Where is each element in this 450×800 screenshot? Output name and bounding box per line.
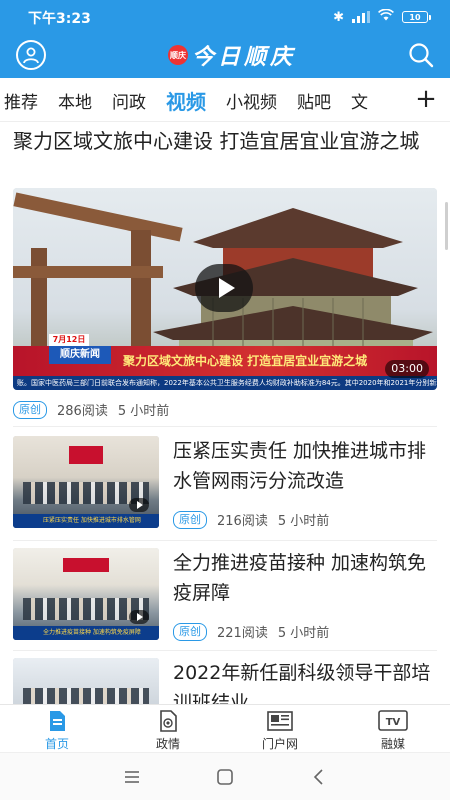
wifi-icon (378, 8, 394, 25)
home-doc-icon (50, 711, 65, 731)
thumb-caption-bar: 压紧压实责任 加快推进城市排水管网 (13, 514, 159, 528)
news-brand-badge: 7月12日 顺庆新闻 (49, 334, 111, 364)
item-meta: 原创 221阅读 5 小时前 (173, 622, 329, 641)
tv-icon: TV (378, 710, 408, 731)
add-tab-icon[interactable]: + (412, 84, 440, 114)
video-news-brand: 顺庆新闻 (49, 346, 111, 364)
video-duration: 03:00 (385, 360, 429, 378)
tab-culture[interactable]: 文 (341, 88, 378, 113)
news-feed[interactable]: 聚力区域文旅中心建设 打造宜居宜业宜游之城 聚力区域文旅中心建设 打造宜居宜业宜… (0, 122, 450, 704)
video-date-tag: 7月12日 (49, 334, 89, 346)
video-caption: 聚力区域文旅中心建设 打造宜居宜业宜游之城 (123, 354, 368, 368)
thumb-people (23, 688, 149, 704)
video-ticker: 账。国家中医药局三部门日前联合发布通知称，2022年基本公共卫生服务经费人均财政… (13, 376, 437, 390)
item-title: 2022年新任副科级领导干部培训班结业 (173, 662, 431, 704)
time-ago: 5 小时前 (117, 404, 170, 419)
item-title: 压紧压实责任 加快推进城市排水管网雨污分流改造 (173, 440, 427, 492)
hero-video-player[interactable]: 聚力区域文旅中心建设 打造宜居宜业宜游之城 7月12日 顺庆新闻 账。国家中医药… (13, 188, 437, 390)
status-bar: 下午3:23 ✱ 10 (0, 0, 450, 34)
nav-media[interactable]: TV 融媒 (358, 707, 428, 751)
time-ago: 5 小时前 (277, 626, 330, 641)
top-bar: 下午3:23 ✱ 10 顺庆 今日顺庆 (0, 0, 450, 78)
play-icon[interactable] (195, 264, 253, 312)
app-header: 顺庆 今日顺庆 (0, 34, 450, 78)
list-item[interactable]: 2022年新任副科级领导干部培训班结业 (13, 658, 437, 704)
item-thumbnail (13, 658, 159, 704)
signal-icon (352, 11, 370, 23)
nav-media-label: 融媒 (380, 737, 405, 751)
divider (13, 650, 437, 651)
bottom-nav: 首页 政情 门户网 TV 融媒 (0, 704, 450, 752)
time-ago: 5 小时前 (277, 514, 330, 529)
thumb-caption: 压紧压实责任 加快推进城市排水管网 (43, 517, 141, 524)
logo-seal: 顺庆 (168, 45, 188, 65)
scrollbar[interactable] (445, 202, 448, 250)
original-badge: 原创 (173, 510, 207, 529)
read-count: 221阅读 (217, 626, 268, 641)
divider (13, 426, 437, 427)
tab-track: 推荐 本地 问政 视频 小视频 贴吧 文 (0, 78, 378, 121)
play-icon (129, 610, 149, 624)
nav-portal[interactable]: 门户网 (245, 707, 315, 751)
user-profile-button[interactable] (16, 40, 46, 70)
item-thumbnail: 全力推进疫苗接种 加速构筑免疫屏障 (13, 548, 159, 640)
nav-home[interactable]: 首页 (22, 707, 92, 751)
tab-local[interactable]: 本地 (48, 88, 102, 113)
thumb-caption-bar: 全力推进疫苗接种 加速构筑免疫屏障 (13, 626, 159, 640)
thumb-banner (63, 558, 109, 572)
list-item[interactable]: 压紧压实责任 加快推进城市排水管网 压紧压实责任 加快推进城市排水管网雨污分流改… (13, 436, 437, 530)
thumb-caption: 全力推进疫苗接种 加速构筑免疫屏障 (43, 629, 141, 636)
list-item[interactable]: 全力推进疫苗接种 加速构筑免疫屏障 全力推进疫苗接种 加速构筑免疫屏障 原创 2… (13, 548, 437, 642)
item-meta: 原创 216阅读 5 小时前 (173, 510, 329, 529)
status-icons: ✱ 10 (333, 8, 431, 25)
user-icon (23, 47, 39, 64)
read-count: 216阅读 (217, 514, 268, 529)
newspaper-icon (267, 711, 293, 731)
nav-gov-label: 政情 (155, 737, 180, 751)
nav-home-label: 首页 (44, 737, 69, 751)
thumb-banner (69, 446, 103, 464)
bluetooth-icon: ✱ (333, 9, 344, 25)
read-count: 286阅读 (57, 404, 108, 419)
hero-title[interactable]: 聚力区域文旅中心建设 打造宜居宜业宜游之城 (13, 126, 433, 156)
category-tabs: 推荐 本地 问政 视频 小视频 贴吧 文 + (0, 78, 450, 122)
play-icon (129, 498, 149, 512)
app-logo: 顺庆 今日顺庆 (168, 40, 296, 70)
original-badge: 原创 (13, 400, 47, 419)
tab-inquiry[interactable]: 问政 (102, 88, 156, 113)
search-button[interactable] (406, 40, 436, 70)
battery-level: 10 (409, 12, 421, 22)
tab-forum[interactable]: 贴吧 (287, 88, 341, 113)
logo-text: 今日顺庆 (192, 44, 297, 70)
search-icon (409, 43, 434, 68)
divider (13, 540, 437, 541)
home-square-icon[interactable] (213, 767, 237, 787)
original-badge: 原创 (173, 622, 207, 641)
status-time: 下午3:23 (28, 11, 91, 27)
nav-gov[interactable]: 政情 (133, 707, 203, 751)
tab-recommend[interactable]: 推荐 (0, 88, 48, 113)
hero-meta: 原创 286阅读 5 小时前 (13, 400, 169, 419)
tab-video[interactable]: 视频 (156, 86, 216, 115)
item-thumbnail: 压紧压实责任 加快推进城市排水管网 (13, 436, 159, 528)
gov-doc-icon (160, 710, 177, 732)
tv-icon-text: TV (386, 717, 401, 728)
menu-icon[interactable] (120, 767, 144, 787)
tab-short-video[interactable]: 小视频 (216, 88, 287, 113)
system-nav-bar (0, 752, 450, 800)
back-icon[interactable] (307, 767, 331, 787)
battery-icon: 10 (402, 11, 431, 23)
item-title: 全力推进疫苗接种 加速构筑免疫屏障 (173, 552, 427, 604)
nav-portal-label: 门户网 (261, 737, 298, 751)
